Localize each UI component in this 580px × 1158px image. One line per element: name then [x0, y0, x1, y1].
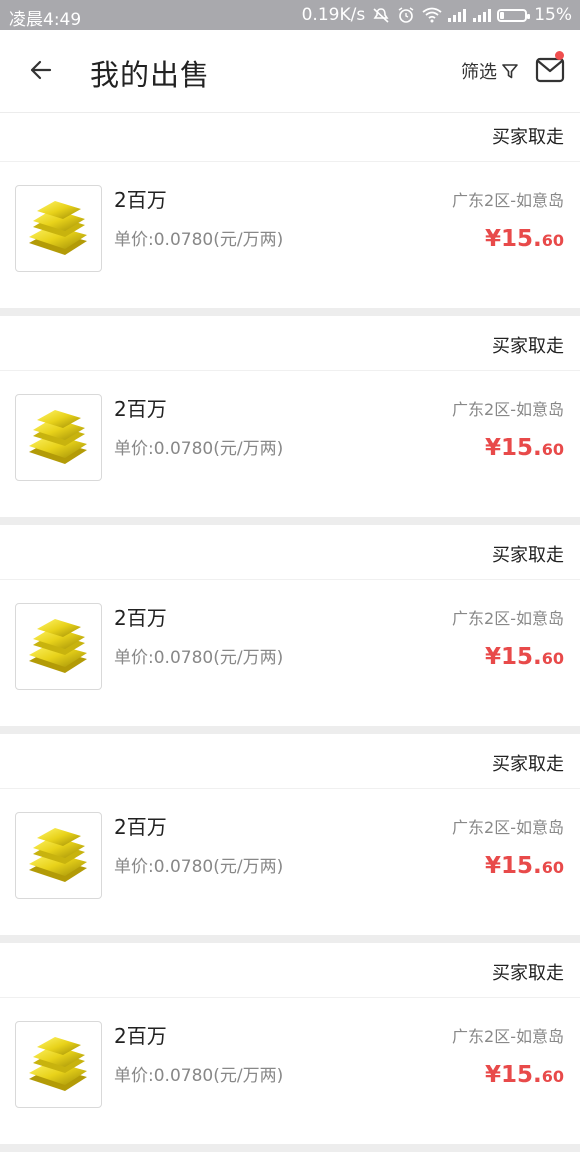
- card-separator: [0, 517, 580, 525]
- wifi-icon: [422, 7, 442, 23]
- order-status: 买家取走: [492, 545, 564, 566]
- card-separator: [0, 935, 580, 943]
- order-body: 2百万 单价:0.0780(元/万两) 广东2区-如意岛 ¥15.60: [0, 789, 580, 935]
- order-body: 2百万 单价:0.0780(元/万两) 广东2区-如意岛 ¥15.60: [0, 162, 580, 308]
- order-status-row: 买家取走: [0, 113, 580, 162]
- order-status: 买家取走: [492, 963, 564, 984]
- gold-bars-icon: [28, 618, 87, 673]
- unit-price: 单价:0.0780(元/万两): [114, 439, 284, 459]
- price-integer: ¥15.: [484, 435, 542, 461]
- back-button[interactable]: [26, 54, 58, 86]
- gold-bars-icon: [28, 200, 87, 255]
- order-price: ¥15.60: [485, 226, 564, 252]
- unit-price: 单价:0.0780(元/万两): [114, 1066, 284, 1086]
- signal-icon-2: [472, 7, 492, 23]
- filter-label: 筛选: [461, 62, 497, 83]
- card-separator: [0, 1144, 580, 1152]
- app-header: 我的出售 筛选: [0, 30, 580, 113]
- order-status: 买家取走: [492, 127, 564, 148]
- price-integer: ¥15.: [484, 226, 542, 252]
- gold-bars-thumbnail: [15, 1021, 102, 1108]
- signal-icon: [447, 7, 467, 23]
- order-card[interactable]: 买家取走 2百万 单价:0.0780(元/万两) 广东2区-如意岛 ¥15.60: [0, 740, 580, 949]
- gold-bars-icon: [28, 1036, 87, 1091]
- server-name: 广东2区-如意岛: [452, 191, 564, 210]
- arrow-left-icon: [30, 60, 52, 80]
- unit-price: 单价:0.0780(元/万两): [114, 648, 284, 668]
- order-card[interactable]: 买家取走 2百万 单价:0.0780(元/万两) 广东2区-如意岛 ¥15.60: [0, 322, 580, 531]
- order-card[interactable]: 买家取走 2百万 单价:0.0780(元/万两) 广东2区-如意岛 ¥15.60: [0, 531, 580, 740]
- unit-price: 单价:0.0780(元/万两): [114, 857, 284, 877]
- order-price: ¥15.60: [485, 644, 564, 670]
- gold-bars-thumbnail: [15, 185, 102, 272]
- order-card[interactable]: 买家取走 2百万 单价:0.0780(元/万两) 广东2区-如意岛 ¥15.60: [0, 113, 580, 322]
- bell-muted-icon: [372, 7, 390, 23]
- message-button[interactable]: [535, 51, 565, 84]
- card-separator: [0, 726, 580, 734]
- gold-bars-thumbnail: [15, 603, 102, 690]
- filter-icon: [502, 64, 518, 79]
- server-name: 广东2区-如意岛: [452, 1027, 564, 1046]
- price-decimal: 60: [541, 231, 564, 250]
- price-decimal: 60: [541, 1067, 564, 1086]
- status-bar: 凌晨4:49 0.19K/s 15%: [0, 0, 580, 30]
- price-decimal: 60: [541, 858, 564, 877]
- order-status-row: 买家取走: [0, 949, 580, 998]
- server-name: 广东2区-如意岛: [452, 400, 564, 419]
- order-status-row: 买家取走: [0, 531, 580, 580]
- battery-percent: 15%: [534, 5, 572, 25]
- status-right: 0.19K/s 15%: [302, 5, 572, 25]
- order-price: ¥15.60: [485, 853, 564, 879]
- gold-bars-thumbnail: [15, 812, 102, 899]
- server-name: 广东2区-如意岛: [452, 609, 564, 628]
- order-body: 2百万 单价:0.0780(元/万两) 广东2区-如意岛 ¥15.60: [0, 580, 580, 726]
- order-list: 买家取走 2百万 单价:0.0780(元/万两) 广东2区-如意岛 ¥15.60: [0, 113, 580, 1158]
- order-price: ¥15.60: [485, 1062, 564, 1088]
- gold-bars-icon: [28, 827, 87, 882]
- filter-button[interactable]: 筛选: [461, 58, 519, 84]
- order-status: 买家取走: [492, 336, 564, 357]
- network-speed: 0.19K/s: [301, 5, 366, 25]
- card-separator: [0, 308, 580, 316]
- price-decimal: 60: [541, 440, 564, 459]
- mail-icon: [535, 57, 565, 83]
- order-status-row: 买家取走: [0, 322, 580, 371]
- unit-price: 单价:0.0780(元/万两): [114, 230, 284, 250]
- item-name: 2百万: [114, 188, 167, 212]
- battery-icon: [497, 8, 531, 22]
- price-integer: ¥15.: [484, 1062, 542, 1088]
- order-card[interactable]: 买家取走 2百万 单价:0.0780(元/万两) 广东2区-如意岛 ¥15.60: [0, 949, 580, 1158]
- price-integer: ¥15.: [484, 644, 542, 670]
- item-name: 2百万: [114, 397, 167, 421]
- price-integer: ¥15.: [484, 853, 542, 879]
- alarm-icon: [397, 7, 415, 23]
- order-body: 2百万 单价:0.0780(元/万两) 广东2区-如意岛 ¥15.60: [0, 998, 580, 1144]
- item-name: 2百万: [114, 1024, 167, 1048]
- order-status-row: 买家取走: [0, 740, 580, 789]
- gold-bars-icon: [28, 409, 87, 464]
- gold-bars-thumbnail: [15, 394, 102, 481]
- page-title: 我的出售: [90, 58, 211, 92]
- status-time: 凌晨4:49: [9, 10, 82, 30]
- order-price: ¥15.60: [485, 435, 564, 461]
- order-body: 2百万 单价:0.0780(元/万两) 广东2区-如意岛 ¥15.60: [0, 371, 580, 517]
- unread-badge: [555, 51, 564, 60]
- price-decimal: 60: [541, 649, 564, 668]
- item-name: 2百万: [114, 815, 167, 839]
- item-name: 2百万: [114, 606, 167, 630]
- server-name: 广东2区-如意岛: [452, 818, 564, 837]
- order-status: 买家取走: [492, 754, 564, 775]
